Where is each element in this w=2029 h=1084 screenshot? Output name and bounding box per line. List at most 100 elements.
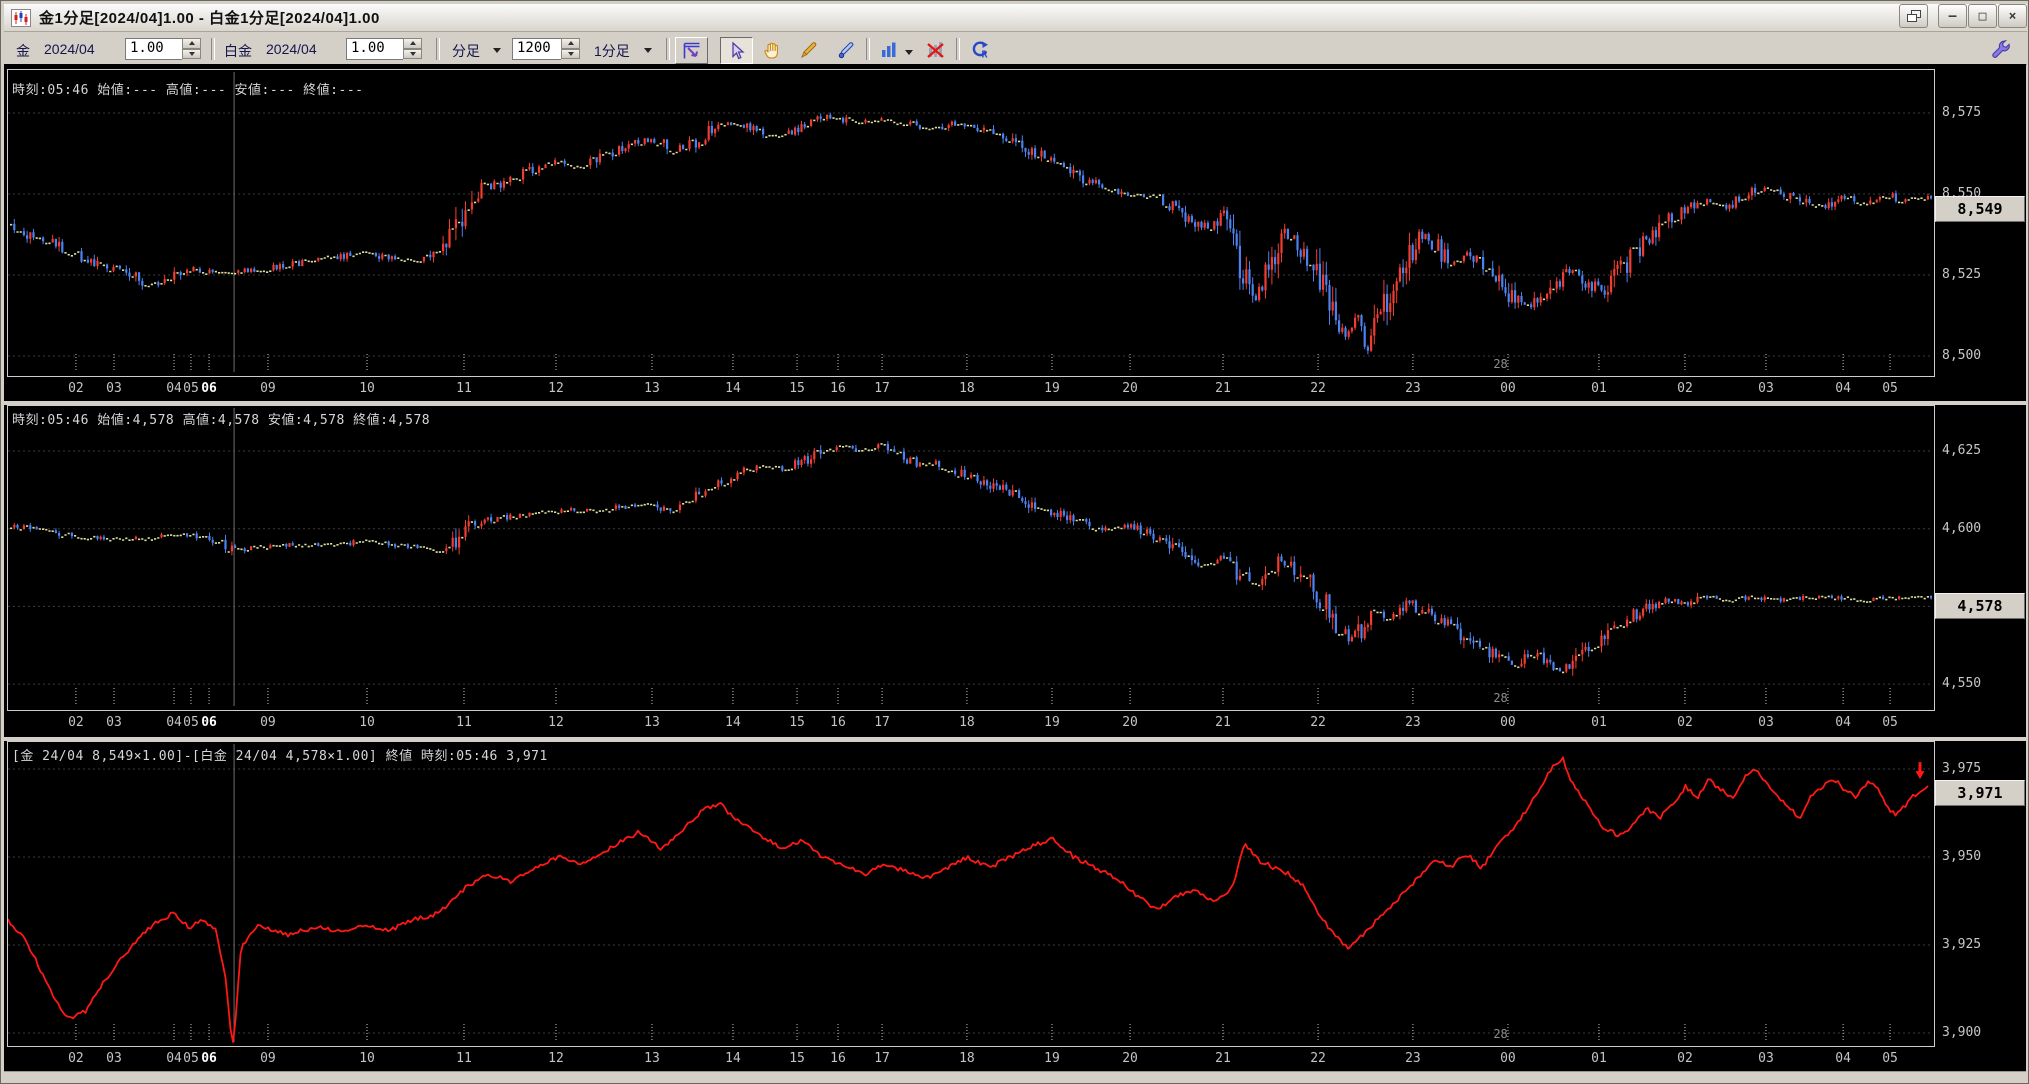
- refresh-chart-button[interactable]: R: [965, 37, 996, 62]
- toolbar-separator: [956, 38, 960, 60]
- bar-chart-icon: [881, 42, 895, 57]
- toolbar-separator: [436, 38, 440, 60]
- pencil-icon: [800, 41, 816, 58]
- time-axis-label: 03: [1758, 1051, 1774, 1066]
- time-axis-label: 03: [1758, 715, 1774, 730]
- bar-count-input[interactable]: 1200: [512, 38, 561, 60]
- bar-count-down-button[interactable]: [561, 48, 580, 59]
- time-axis-label: 18: [959, 1051, 975, 1066]
- time-axis-label: 23: [1405, 1051, 1421, 1066]
- bar-type-dropdown-label[interactable]: 分足: [452, 41, 480, 61]
- time-axis-label: 16: [830, 1051, 846, 1066]
- time-axis-label: 06: [201, 715, 217, 730]
- title-bar[interactable]: 金1分足[2024/04]1.00 - 白金1分足[2024/04]1.00: [4, 4, 2027, 32]
- price-axis-label: 4,625: [1942, 443, 1982, 458]
- time-axis-label: 12: [548, 1051, 564, 1066]
- svg-text:28: 28: [1493, 691, 1507, 705]
- time-axis-label: 04: [166, 715, 182, 730]
- time-axis-label: 13: [644, 381, 660, 396]
- settings-wrench-button[interactable]: [1985, 37, 2016, 62]
- time-axis-label: 02: [68, 715, 84, 730]
- toolbar-separator: [666, 38, 670, 60]
- time-axis-label: 06: [201, 381, 217, 396]
- time-axis-label: 19: [1044, 1051, 1060, 1066]
- time-axis-label: 09: [260, 715, 276, 730]
- time-axis-label: 11: [456, 381, 472, 396]
- price-axis-label: 3,925: [1942, 937, 1982, 952]
- close-button[interactable]: ×: [1998, 4, 2027, 28]
- time-axis-label: 03: [106, 1051, 122, 1066]
- chart-plot-1[interactable]: 28: [7, 405, 1935, 711]
- interval-dropdown-arrow-icon[interactable]: [644, 48, 652, 53]
- toolbar-separator: [866, 38, 870, 60]
- time-axis-label: 17: [874, 1051, 890, 1066]
- float-window-button[interactable]: [1899, 4, 1928, 28]
- time-axis-label: 15: [789, 381, 805, 396]
- time-axis-label: 16: [830, 381, 846, 396]
- price-axis-label: 4,550: [1942, 676, 1982, 691]
- window-bottom-border: [4, 1071, 2026, 1083]
- time-axis-0: 02 03 04 05 06 09 10 11 12 13 14 15 16 17 18 19 20 21 22 23…: [7, 377, 1933, 401]
- bar-count-spinner: 1200: [512, 38, 580, 60]
- minimize-button[interactable]: –: [1938, 4, 1967, 28]
- chart-plot-0[interactable]: 28: [7, 69, 1935, 377]
- platinum-multiplier-up-button[interactable]: [403, 38, 422, 49]
- time-axis-label: 00: [1500, 715, 1516, 730]
- current-price-box-1: 4,578: [1935, 593, 2025, 619]
- platinum-multiplier-down-button[interactable]: [403, 48, 422, 59]
- time-axis-label: 22: [1310, 1051, 1326, 1066]
- time-axis-label: 19: [1044, 381, 1060, 396]
- panel-divider[interactable]: [4, 401, 2026, 405]
- panel-divider[interactable]: [4, 737, 2026, 741]
- time-axis-label: 23: [1405, 381, 1421, 396]
- time-axis-label: 11: [456, 1051, 472, 1066]
- pencil-tool-button[interactable]: [793, 37, 824, 62]
- gold-multiplier-spinner: 1.00: [125, 38, 201, 60]
- time-axis-label: 13: [644, 1051, 660, 1066]
- time-axis-label: 02: [1677, 1051, 1693, 1066]
- refresh-icon: R: [972, 41, 989, 60]
- time-axis-label: 04: [1835, 715, 1851, 730]
- time-axis-label: 00: [1500, 381, 1516, 396]
- bar-type-dropdown-arrow-icon[interactable]: [493, 48, 501, 53]
- gold-multiplier-up-button[interactable]: [182, 38, 201, 49]
- chart-type-dropdown-arrow-icon[interactable]: [905, 50, 913, 55]
- gold-multiplier-down-button[interactable]: [182, 48, 201, 59]
- interval-dropdown-label[interactable]: 1分足: [594, 41, 630, 61]
- price-axis-label: 4,600: [1942, 521, 1982, 536]
- chart-pointer-tool-button[interactable]: [675, 37, 708, 64]
- time-axis-label: 01: [1591, 1051, 1607, 1066]
- time-axis-label: 19: [1044, 715, 1060, 730]
- time-axis-label: 15: [789, 1051, 805, 1066]
- time-axis-label: 04: [1835, 381, 1851, 396]
- time-axis-label: 14: [725, 715, 741, 730]
- time-axis-label: 12: [548, 381, 564, 396]
- chart-plot-2[interactable]: 28: [7, 741, 1935, 1047]
- gold-month: 2024/04: [44, 41, 95, 57]
- clear-drawings-button[interactable]: [920, 37, 951, 62]
- price-axis-label: 8,525: [1942, 267, 1982, 282]
- time-axis-label: 20: [1122, 381, 1138, 396]
- platinum-chart-header: 時刻:05:46 始値:4,578 高値:4,578 安値:4,578 終値:4…: [12, 413, 431, 428]
- hand-icon: [763, 42, 778, 59]
- current-price-box-2: 3,971: [1935, 780, 2025, 806]
- time-axis-label: 02: [1677, 381, 1693, 396]
- time-axis-label: 02: [1677, 715, 1693, 730]
- time-axis-label: 17: [874, 381, 890, 396]
- time-axis-label: 20: [1122, 1051, 1138, 1066]
- maximize-icon: □: [1978, 8, 1987, 24]
- maximize-button[interactable]: □: [1968, 4, 1997, 28]
- bar-count-up-button[interactable]: [561, 38, 580, 49]
- time-axis-label: 05: [1882, 1051, 1898, 1066]
- pen-tool-button[interactable]: [830, 37, 861, 62]
- platinum-multiplier-input[interactable]: 1.00: [346, 38, 403, 60]
- hand-pan-tool-button[interactable]: [756, 37, 787, 62]
- gold-multiplier-input[interactable]: 1.00: [125, 38, 182, 60]
- time-axis-label: 03: [1758, 381, 1774, 396]
- chart-type-selector-button[interactable]: [873, 37, 904, 62]
- time-axis-label: 22: [1310, 381, 1326, 396]
- price-axis-label: 3,975: [1942, 761, 1982, 776]
- time-axis-label: 09: [260, 381, 276, 396]
- cursor-tool-button[interactable]: [720, 37, 753, 64]
- wrench-icon: [1991, 39, 2010, 58]
